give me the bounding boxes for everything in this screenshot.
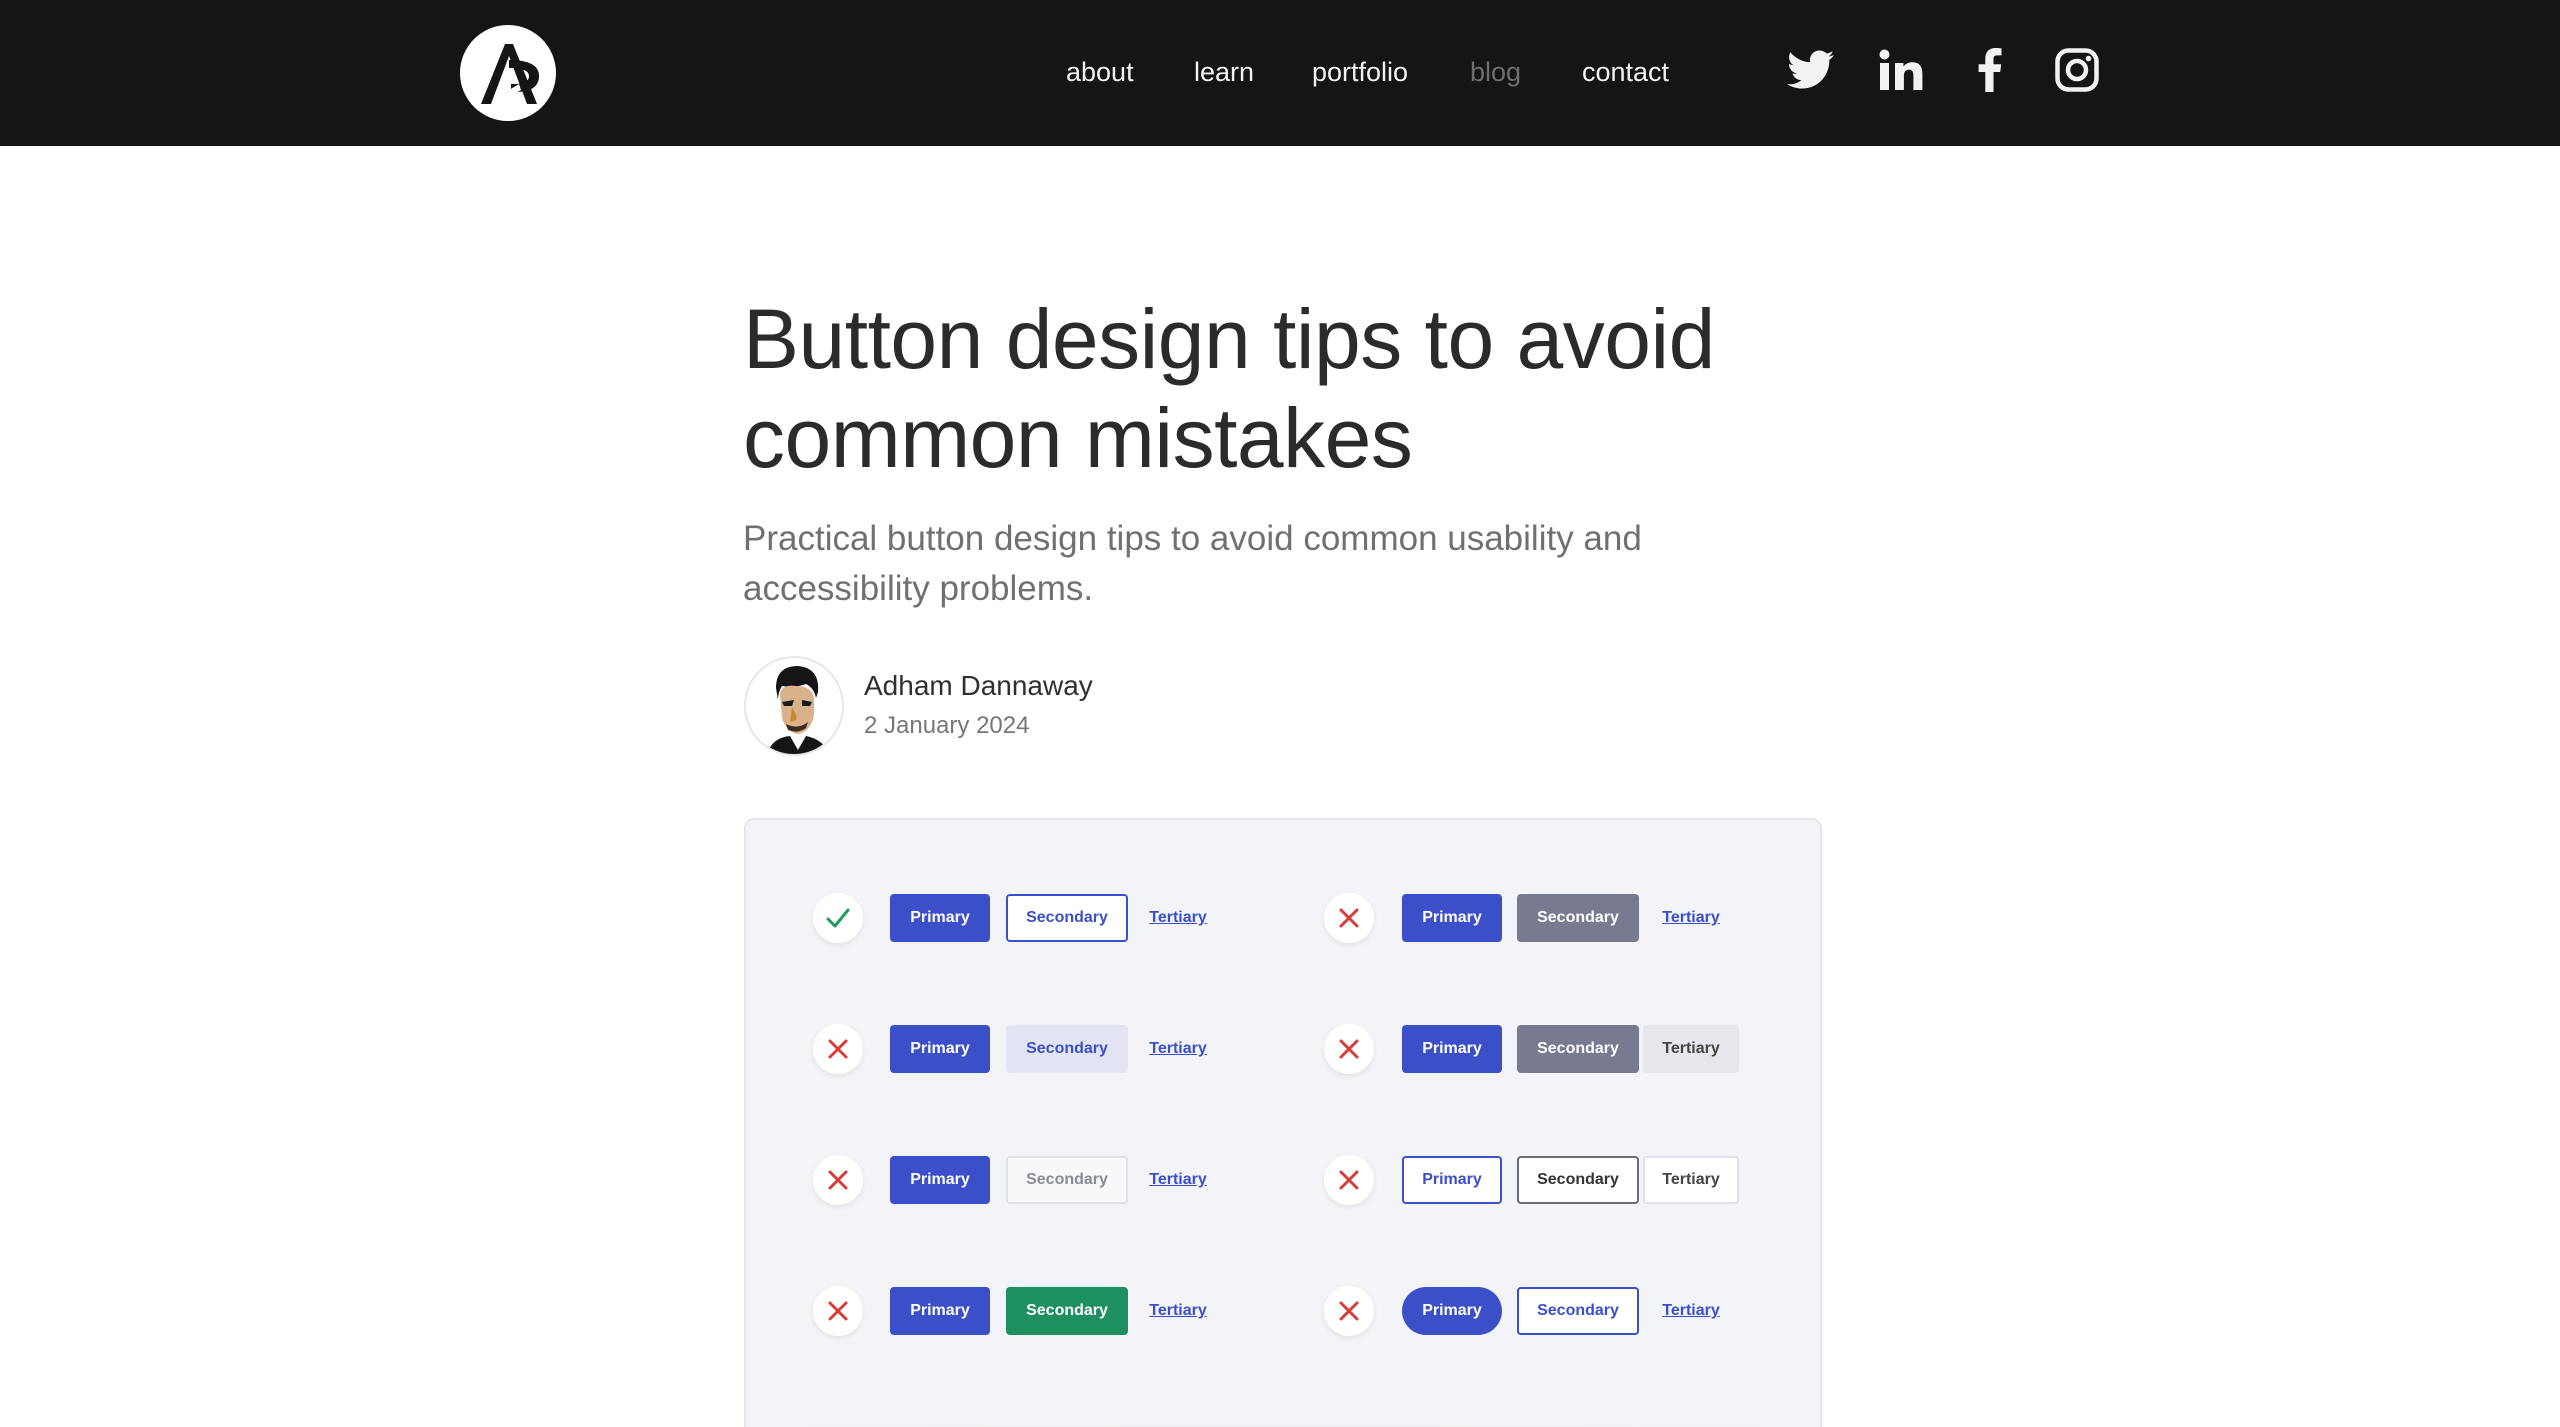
author-portrait-icon (746, 658, 842, 754)
example-secondary-button: Secondary (1006, 1287, 1128, 1335)
nav-about[interactable]: about (1066, 52, 1134, 92)
cross-icon (1324, 1286, 1374, 1336)
cross-icon (813, 1286, 863, 1336)
article-title: Button design tips to avoid common mista… (743, 290, 1843, 488)
linkedin-link[interactable] (1877, 46, 1925, 94)
example-secondary-button: Secondary (1006, 1156, 1128, 1204)
example-tertiary-button: Tertiary (1662, 1302, 1720, 1319)
nav-learn[interactable]: learn (1194, 52, 1254, 92)
example-tertiary-button: Tertiary (1149, 1040, 1207, 1057)
example-tertiary-button: Tertiary (1149, 1302, 1207, 1319)
example-secondary-button: Secondary (1517, 894, 1639, 942)
example-primary-button: Primary (1402, 894, 1502, 942)
twitter-icon (1787, 50, 1834, 89)
example-secondary-button: Secondary (1517, 1156, 1639, 1204)
nav-contact[interactable]: contact (1582, 52, 1669, 92)
example-primary-button: Primary (890, 894, 990, 942)
article-subtitle-line-2: accessibility problems. (743, 569, 1094, 608)
nav-portfolio[interactable]: portfolio (1312, 52, 1408, 92)
linkedin-icon (1879, 49, 1923, 90)
example-primary-button: Primary (1402, 1025, 1502, 1073)
example-tertiary-button: Tertiary (1149, 909, 1207, 926)
twitter-link[interactable] (1787, 46, 1835, 94)
example-secondary-button: Secondary (1006, 1025, 1128, 1073)
example-primary-button: Primary (890, 1025, 990, 1073)
example-primary-button: Primary (1402, 1287, 1502, 1335)
example-tertiary-button: Tertiary (1643, 1156, 1739, 1204)
example-tertiary-button: Tertiary (1643, 1025, 1739, 1073)
author-name[interactable]: Adham Dannaway (864, 670, 1093, 702)
example-secondary-button: Secondary (1517, 1025, 1639, 1073)
instagram-link[interactable] (2053, 46, 2101, 94)
cross-icon (1324, 893, 1374, 943)
example-primary-button: Primary (890, 1156, 990, 1204)
check-icon (813, 893, 863, 943)
article-subtitle-line-1: Practical button design tips to avoid co… (743, 519, 1642, 558)
article-subtitle: Practical button design tips to avoid co… (743, 514, 1763, 614)
example-tertiary-button: Tertiary (1662, 909, 1720, 926)
facebook-icon (1978, 48, 2002, 92)
publish-date: 2 January 2024 (864, 712, 1030, 739)
main-nav: about learn portfolio blog contact (0, 52, 2560, 92)
nav-blog[interactable]: blog (1470, 52, 1521, 92)
cross-icon (813, 1155, 863, 1205)
example-primary-button: Primary (1402, 1156, 1502, 1204)
facebook-link[interactable] (1966, 46, 2014, 94)
site-header: about learn portfolio blog contact (0, 0, 2560, 146)
instagram-icon (2055, 48, 2099, 92)
example-tertiary-button: Tertiary (1149, 1171, 1207, 1188)
author-avatar (744, 656, 844, 756)
example-secondary-button: Secondary (1517, 1287, 1639, 1335)
button-examples-illustration: Primary Secondary Tertiary Primary Secondary… (744, 818, 1822, 1427)
article-title-line-2: common mistakes (743, 391, 1413, 485)
cross-icon (1324, 1155, 1374, 1205)
example-secondary-button: Secondary (1006, 894, 1128, 942)
example-primary-button: Primary (890, 1287, 990, 1335)
cross-icon (813, 1024, 863, 1074)
article-title-line-1: Button design tips to avoid (743, 292, 1715, 386)
cross-icon (1324, 1024, 1374, 1074)
